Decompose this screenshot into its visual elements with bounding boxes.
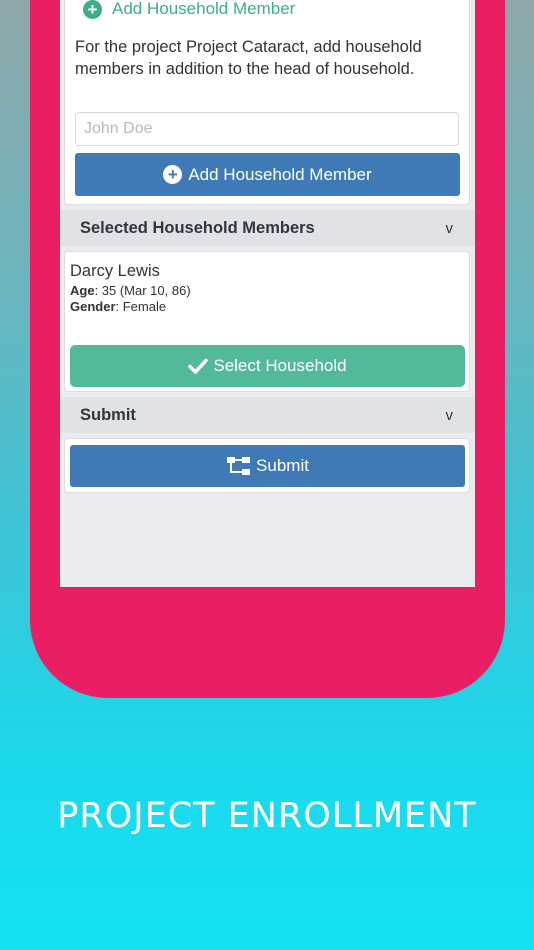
app-screen: + Add Household Member For the project P… — [60, 0, 475, 587]
plus-circle-icon: + — [83, 0, 102, 19]
member-gender: Gender: Female — [70, 299, 166, 314]
description-text: For the project Project Cataract, add ho… — [75, 38, 422, 78]
selected-members-header[interactable]: Selected Household Members v — [60, 210, 475, 246]
caption-title: PROJECT ENROLLMENT — [57, 796, 477, 836]
gender-value: : Female — [115, 299, 167, 314]
check-icon — [188, 358, 209, 374]
submit-button[interactable]: Submit — [70, 445, 465, 487]
selected-members-title: Selected Household Members — [80, 218, 315, 237]
chevron-down-icon[interactable]: v — [446, 407, 454, 424]
submit-card: Submit — [64, 438, 470, 493]
select-household-button[interactable]: Select Household — [70, 345, 465, 387]
add-member-button-label: Add Household Member — [188, 164, 372, 184]
add-member-card: + Add Household Member For the project P… — [64, 0, 470, 205]
member-card: Darcy Lewis Age: 35 (Mar 10, 86) Gender:… — [64, 251, 470, 392]
chevron-down-icon[interactable]: v — [446, 220, 454, 237]
member-name: Darcy Lewis — [70, 262, 160, 280]
submit-header[interactable]: Submit v — [60, 397, 475, 433]
sitemap-icon — [227, 457, 251, 475]
add-member-link[interactable]: + Add Household Member — [83, 0, 295, 22]
select-household-label: Select Household — [213, 356, 347, 375]
submit-title: Submit — [80, 405, 136, 424]
member-name-input[interactable] — [75, 112, 459, 146]
member-age: Age: 35 (Mar 10, 86) — [70, 283, 191, 298]
add-member-link-label: Add Household Member — [112, 0, 296, 18]
plus-circle-icon: + — [163, 165, 183, 184]
gender-label: Gender — [70, 299, 116, 314]
add-member-button[interactable]: + Add Household Member — [75, 153, 460, 196]
submit-button-label: Submit — [256, 456, 309, 475]
age-label: Age — [70, 283, 95, 298]
age-value: : 35 (Mar 10, 86) — [94, 283, 191, 298]
